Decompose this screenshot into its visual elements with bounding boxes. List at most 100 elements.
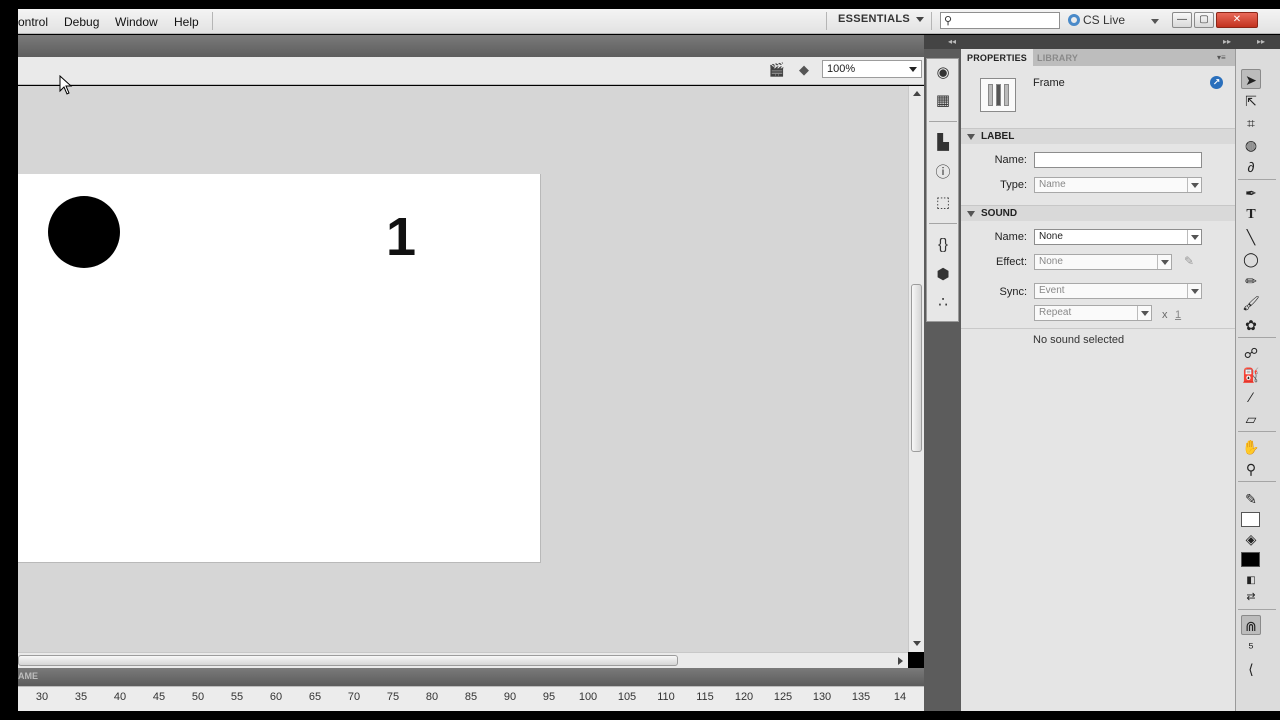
vertical-scrollbar[interactable] [908,86,924,652]
scroll-right-icon[interactable] [898,657,903,665]
frame-icon [980,78,1016,112]
transform-panel-icon[interactable]: ⬚ [933,193,953,213]
timeline-tab[interactable]: AME [18,671,38,681]
pen-tool-icon[interactable]: ✒ [1241,183,1261,203]
sound-effect-select[interactable]: None [1034,254,1172,270]
cs-live-button[interactable]: CS Live [1068,13,1125,27]
help-icon[interactable]: ↗ [1210,76,1223,89]
maximize-button[interactable]: ▢ [1194,12,1214,28]
properties-panel-header: ▸▸ [961,35,1235,49]
menu-separator [212,12,213,30]
chevron-down-icon [916,16,925,22]
label-type-select[interactable]: Name [1034,177,1202,193]
ball-shape[interactable] [48,196,120,268]
edit-symbols-icon[interactable]: ◆ [795,62,813,78]
motion-presets-icon[interactable]: ∴ [933,293,953,313]
deco-tool-icon[interactable]: ✿ [1241,315,1261,335]
collapse-arrows-icon[interactable]: ▸▸ [1257,37,1265,46]
menu-debug[interactable]: Debug [64,15,99,29]
snap-to-objects-icon[interactable]: ⋒ [1241,615,1261,635]
ruler-tick-label: 120 [734,691,754,703]
label-name-input[interactable] [1034,152,1202,168]
pasteboard[interactable]: 1 [18,86,908,652]
hand-tool-icon[interactable]: ✋ [1241,437,1261,457]
menu-control[interactable]: ontrol [18,15,48,29]
line-tool-icon[interactable]: ╲ [1241,227,1261,247]
subselection-tool-icon[interactable]: ⇱ [1241,91,1261,111]
letterbox-top [0,0,1280,9]
tab-properties[interactable]: PROPERTIES [961,49,1034,66]
chevron-down-icon [1187,178,1201,192]
pencil-tool-icon[interactable]: ✏ [1241,271,1261,291]
fill-color-bucket-icon[interactable]: ◈ [1241,529,1261,549]
free-transform-tool-icon[interactable]: ⌗ [1241,113,1261,133]
zoom-tool-icon[interactable]: ⚲ [1241,459,1261,479]
edit-envelope-pencil-icon[interactable]: ✎ [1184,254,1194,268]
repeat-count-field[interactable]: 1 [1175,309,1181,321]
eraser-tool-icon[interactable]: ▱ [1241,409,1261,429]
menu-help[interactable]: Help [174,15,199,29]
edit-scene-icon[interactable]: 🎬 [768,62,786,78]
panel-menu-icon[interactable]: ▾≡ [1217,53,1226,62]
sound-repeat-select[interactable]: Repeat [1034,305,1152,321]
horizontal-scrollbar[interactable] [18,652,908,668]
sound-sync-select[interactable]: Event [1034,283,1202,299]
timeline-frame-ruler[interactable]: 30 35 40 45 50 55 60 65 70 75 80 85 90 95 100 105 110 115… [18,686,924,711]
eyedropper-tool-icon[interactable]: ⁄ [1241,387,1261,407]
components-panel-icon[interactable]: ⬢ [933,265,953,285]
stroke-color-swatch[interactable] [1241,512,1260,527]
stroke-color-pencil-icon[interactable]: ✎ [1241,489,1261,509]
align-panel-icon[interactable]: ▙ [933,133,953,153]
fill-color-swatch[interactable] [1241,552,1260,567]
label-section-header[interactable]: LABEL [961,128,1235,144]
chevron-down-icon [1157,255,1171,269]
swatches-panel-icon[interactable]: ▦ [933,91,953,111]
scroll-down-icon[interactable] [913,641,921,646]
3d-rotation-tool-icon[interactable]: ◍ [1241,135,1261,155]
smooth-icon[interactable]: ⁵ [1241,637,1261,657]
bone-tool-icon[interactable]: ☍ [1241,343,1261,363]
cs-live-label: CS Live [1083,13,1126,27]
label-type-label: Type: [1000,179,1027,191]
help-search-input[interactable]: ⚲ [940,12,1060,29]
minimize-button[interactable]: — [1172,12,1192,28]
search-icon: ⚲ [944,15,953,27]
selection-tool-icon[interactable]: ➤ [1241,69,1261,89]
brush-tool-icon[interactable]: 🖌 [1241,293,1261,313]
horizontal-scroll-thumb[interactable] [18,655,678,666]
info-panel-icon[interactable]: ⓘ [933,163,953,183]
oval-tool-icon[interactable]: ◯ [1241,249,1261,269]
straighten-icon[interactable]: ⟨ [1241,659,1261,679]
lasso-tool-icon[interactable]: ∂ [1241,157,1261,177]
zoom-value: 100% [827,63,856,75]
collapse-arrows-icon[interactable]: ◂◂ [948,37,956,46]
chevron-down-icon [1187,284,1201,298]
scroll-up-icon[interactable] [913,91,921,96]
stage[interactable]: 1 [18,174,541,563]
ruler-tick-label: 80 [425,691,439,703]
menu-window[interactable]: Window [115,15,158,29]
sound-name-select[interactable]: None [1034,229,1202,245]
chevron-down-icon[interactable] [1151,19,1159,24]
expand-arrows-icon[interactable]: ▸▸ [1223,37,1231,46]
ruler-tick-label: 95 [542,691,556,703]
code-snippets-icon[interactable]: {} [933,235,953,255]
color-panel-icon[interactable]: ◉ [933,63,953,83]
ruler-tick-label: 14 [893,691,907,703]
sound-section-header[interactable]: SOUND [961,205,1235,221]
frame-number-text[interactable]: 1 [386,210,416,264]
text-tool-icon[interactable]: T [1241,205,1261,225]
ruler-tick-label: 50 [191,691,205,703]
swap-colors-icon[interactable]: ⇄ [1241,587,1261,607]
ruler-tick-label: 65 [308,691,322,703]
close-button[interactable]: ✕ [1216,12,1258,28]
vertical-scroll-thumb[interactable] [911,284,922,452]
zoom-select[interactable]: 100% [822,60,922,78]
menu-bar: ontrol Debug Window Help ESSENTIALS ⚲ CS… [18,9,1280,34]
workspace-switcher[interactable]: ESSENTIALS [838,13,925,25]
dock-header: ◂◂ [924,35,961,49]
tab-library[interactable]: LIBRARY [1031,49,1084,66]
tools-separator [1238,431,1276,432]
sound-effect-value: None [1039,256,1063,267]
paint-bucket-tool-icon[interactable]: ⛽ [1241,365,1261,385]
